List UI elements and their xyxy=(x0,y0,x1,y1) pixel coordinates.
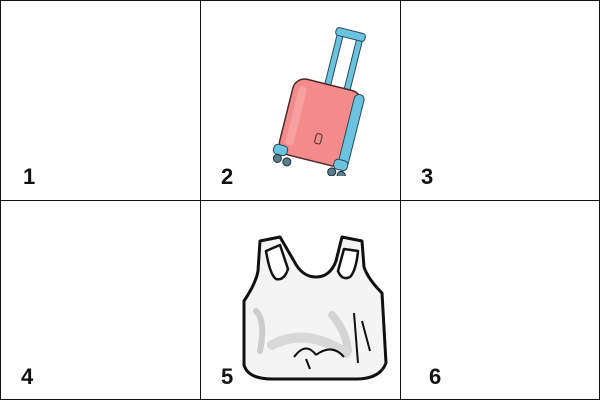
cell-number: 3 xyxy=(421,164,434,189)
image-grid: 1 2 3 4 5 6 xyxy=(0,0,600,400)
grid-cell-1: 1 xyxy=(1,1,201,201)
suitcase-icon xyxy=(272,27,366,176)
cell-number: 1 xyxy=(23,164,36,189)
grid-cell-4: 4 xyxy=(1,201,201,401)
plastic-bag-icon xyxy=(242,235,388,381)
cell-number: 2 xyxy=(221,164,234,189)
grid-cell-3: 3 xyxy=(401,1,600,201)
grid-cell-6: 6 xyxy=(401,201,600,401)
cell-number: 5 xyxy=(221,364,234,389)
cell-number: 6 xyxy=(429,364,442,389)
grid-cell-5: 5 xyxy=(201,201,401,401)
grid-cell-2: 2 xyxy=(201,1,401,201)
cell-number: 4 xyxy=(21,364,34,389)
